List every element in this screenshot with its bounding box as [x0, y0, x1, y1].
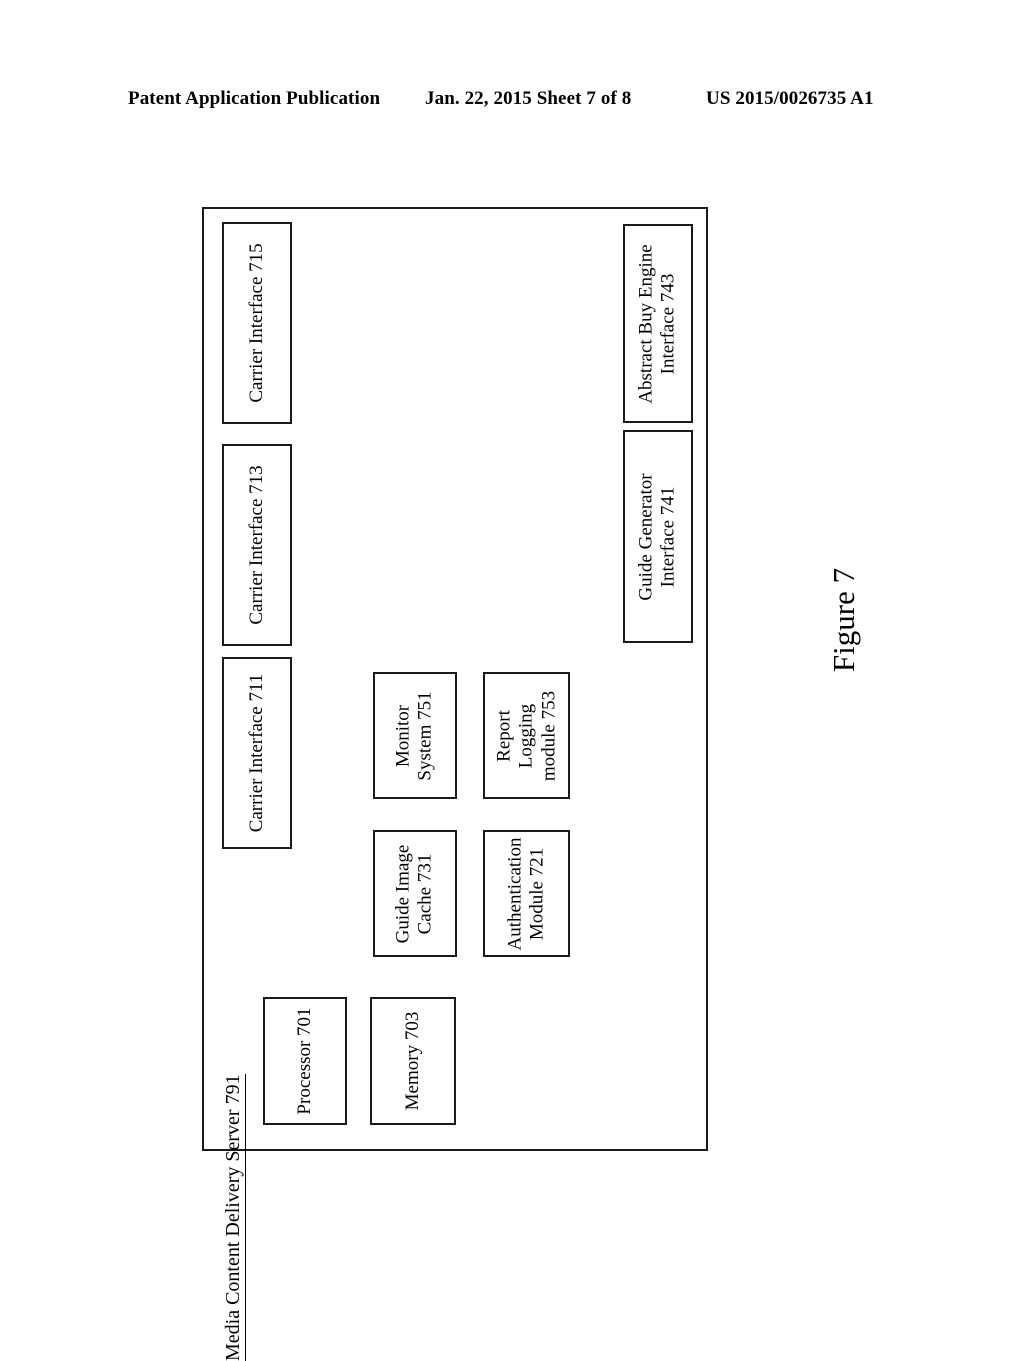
box-abstract-buy-engine-interface-743: Abstract Buy Engine Interface 743 [623, 224, 693, 423]
container-title-text: Media Content Delivery Server 791 [222, 1074, 246, 1361]
box-label: Processor 701 [293, 1007, 315, 1115]
box-carrier-interface-711: Carrier Interface 711 [222, 657, 292, 849]
box-memory-703: Memory 703 [370, 997, 456, 1125]
box-label: Report Logging module 753 [492, 690, 559, 781]
box-monitor-system-751: Monitor System 751 [373, 672, 457, 799]
media-content-delivery-server-container: Media Content Delivery Server 791 Carrie… [202, 207, 708, 1361]
box-processor-701: Processor 701 [263, 997, 347, 1125]
box-label: Carrier Interface 711 [245, 673, 267, 833]
figure-caption: Figure 7 [826, 567, 861, 673]
container-title: Media Content Delivery Server 791 [219, 1074, 247, 1361]
box-label: Monitor System 751 [392, 690, 436, 781]
box-label: Carrier Interface 713 [245, 465, 267, 625]
publication-number: US 2015/0026735 A1 [706, 88, 874, 109]
box-label: Carrier Interface 715 [245, 243, 267, 403]
box-authentication-module-721: Authentication Module 721 [483, 830, 570, 957]
publication-date-sheet: Jan. 22, 2015 Sheet 7 of 8 [425, 88, 632, 109]
box-carrier-interface-713: Carrier Interface 713 [222, 444, 292, 646]
box-guide-generator-interface-741: Guide Generator Interface 741 [623, 430, 693, 643]
publication-type-label: Patent Application Publication [128, 88, 381, 109]
box-report-logging-module-753: Report Logging module 753 [483, 672, 570, 799]
box-guide-image-cache-731: Guide Image Cache 731 [373, 830, 457, 957]
box-label: Memory 703 [401, 1011, 423, 1111]
box-label: Guide Image Cache 731 [392, 844, 436, 943]
box-label: Guide Generator Interface 741 [635, 472, 679, 601]
box-carrier-interface-715: Carrier Interface 715 [222, 222, 292, 424]
page-header: Patent Application Publication Jan. 22, … [128, 88, 888, 112]
box-label: Authentication Module 721 [504, 837, 548, 950]
box-label: Abstract Buy Engine Interface 743 [635, 243, 679, 404]
